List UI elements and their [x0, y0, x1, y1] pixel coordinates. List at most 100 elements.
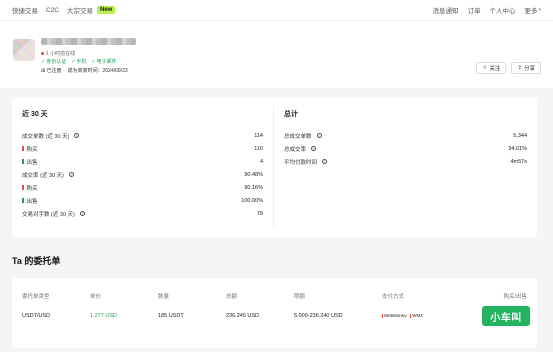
- nav-more[interactable]: 更多 ▾: [524, 5, 541, 15]
- info-icon[interactable]: i: [68, 172, 74, 177]
- stat-value: 4m57s: [510, 158, 527, 165]
- stat-label-wrap: 总成交率 i: [284, 145, 317, 153]
- orders-title: Ta 的委托单: [12, 256, 61, 266]
- stat-value: 5,344: [513, 132, 527, 139]
- follow-button[interactable]: ☆ 关注: [476, 62, 507, 74]
- nav-more-label: 更多: [524, 8, 538, 15]
- stat-value: 114: [254, 132, 263, 139]
- payment-marker: [382, 313, 383, 318]
- follow-label: 关注: [489, 66, 501, 72]
- stat-label: 平均付款时间: [284, 159, 318, 166]
- profile-header: 1 小时前在线 ✓ 身份认证 ✓ 手机 ✓ 电子邮件 ⊞ 已注册 成为商家时间：202…: [0, 20, 553, 88]
- verify-label: 电子邮件: [96, 59, 117, 65]
- online-text: 1 小时前在线: [46, 51, 76, 57]
- new-badge: New: [97, 6, 116, 14]
- sell-marker: [22, 198, 24, 203]
- nav-notifications[interactable]: 消息通知: [432, 5, 458, 15]
- buy-marker: [22, 146, 24, 151]
- stat-value: 4: [259, 158, 263, 165]
- stats-total-rows: 总成交单数 i 5,344 总成交率 i 94.01% 平均付款时间 i 4m57s: [284, 129, 527, 168]
- registered-label: ⊞ 已注册: [41, 67, 62, 74]
- top-nav: 快捷交易 C2C 大宗交易 New 消息通知 订单 个人中心 更多 ▾: [0, 0, 553, 20]
- stat-value: 90.48%: [244, 171, 263, 178]
- cell-price: 1.277 USD: [90, 313, 117, 320]
- th-type: 委托单类型: [22, 294, 50, 300]
- stat-row: 出售 4: [22, 155, 263, 168]
- th-price: 单价: [90, 294, 102, 300]
- stat-label: 总成交单数: [284, 133, 312, 140]
- stat-label: 交易对手数 (近 30 天): [22, 211, 75, 218]
- nav-block-trade[interactable]: 大宗交易: [67, 5, 93, 15]
- stats-total: 总计 总成交单数 i 5,344 总成交率 i 94.01% 平均付款时间 i 4m57s: [274, 97, 537, 237]
- stat-label-wrap: 交易对手数 (近 30 天) i: [22, 210, 85, 218]
- stat-label-wrap: 平均付款时间 i: [284, 158, 328, 166]
- nav-orders[interactable]: 订单: [467, 5, 480, 15]
- stat-row: 购买 110: [22, 142, 263, 155]
- share-button[interactable]: ⇪ 分享: [511, 62, 541, 74]
- merchant-since: 成为商家时间：2024/09/23: [67, 68, 128, 74]
- star-icon: ☆: [482, 65, 488, 71]
- stat-label-wrap: 成交率 (近 30 天) i: [22, 171, 74, 179]
- orders-table: 委托单类型 单价 数量 总额 限额 支付方式 购买/出售 USDT/USD 1.…: [12, 278, 537, 348]
- verify-label: 手机: [76, 59, 87, 65]
- cell-quantity: 185 USDT: [158, 313, 184, 320]
- stats-panel: 近 30 天 成交单数 (近 30 天) i 114 购买 110 出售 4 成交率 (近 3…: [12, 97, 537, 237]
- stat-label: 成交单数 (近 30 天): [22, 133, 70, 140]
- stat-label: 总成交率: [284, 146, 307, 153]
- payment-tag: WebMoney: [382, 313, 407, 318]
- nav-right: 消息通知 订单 个人中心 更多 ▾: [432, 5, 541, 15]
- info-icon[interactable]: i: [79, 211, 85, 216]
- stat-row: 总成交率 i 94.01%: [284, 142, 527, 155]
- online-status: 1 小时前在线: [41, 50, 75, 57]
- cell-type: USDT/USD: [22, 313, 51, 320]
- registration-info: ⊞ 已注册 成为商家时间：2024/09/23: [41, 67, 128, 74]
- stat-row: 出售 100.00%: [22, 194, 263, 207]
- verify-identity: ✓ 身份认证: [41, 58, 67, 66]
- stat-label: 出售: [26, 159, 38, 166]
- table-row: USDT/USD 1.277 USD 185 USDT 236.245 USD …: [22, 313, 527, 320]
- check-icon: ✓: [41, 58, 46, 65]
- cell-payment: WebMoney WMZ: [382, 313, 452, 320]
- payment-marker: [410, 313, 412, 318]
- stat-label-wrap: 出售: [22, 158, 38, 166]
- stats-total-title: 总计: [284, 111, 298, 118]
- stats-recent: 近 30 天 成交单数 (近 30 天) i 114 购买 110 出售 4 成交率 (近 3…: [12, 105, 274, 229]
- profile-actions: ☆ 关注 ⇪ 分享: [476, 62, 541, 74]
- check-icon: ✓: [71, 58, 76, 65]
- stat-value: 110: [254, 145, 263, 152]
- stat-label-wrap: 出售: [22, 197, 38, 205]
- buy-marker: [22, 185, 24, 190]
- stat-row: 购买 90.16%: [22, 181, 263, 194]
- nav-quick-trade[interactable]: 快捷交易: [12, 5, 38, 15]
- verification-list: ✓ 身份认证 ✓ 手机 ✓ 电子邮件: [41, 58, 117, 66]
- cell-limit: 5.000-236.240 USD: [294, 313, 343, 320]
- info-icon[interactable]: i: [74, 133, 80, 138]
- info-icon[interactable]: i: [316, 133, 322, 138]
- chevron-down-icon: ▾: [538, 7, 541, 13]
- stat-row: 交易对手数 (近 30 天) i 79: [22, 207, 263, 220]
- th-limit: 限额: [294, 294, 306, 300]
- payment-label: WebMoney: [384, 313, 407, 318]
- stat-label-wrap: 购买: [22, 145, 38, 153]
- stat-label: 成交率 (近 30 天): [22, 172, 64, 179]
- stat-row: 平均付款时间 i 4m57s: [284, 155, 527, 168]
- th-action: 购买/出售: [503, 294, 527, 300]
- nav-profile[interactable]: 个人中心: [489, 5, 515, 15]
- stat-label: 购买: [26, 185, 38, 192]
- info-icon[interactable]: i: [322, 159, 328, 164]
- stat-row: 成交率 (近 30 天) i 90.48%: [22, 168, 263, 181]
- status-dot: [41, 52, 44, 55]
- stats-recent-title: 近 30 天: [22, 111, 48, 118]
- check-icon: ✓: [91, 58, 96, 65]
- stat-label: 出售: [26, 198, 38, 205]
- payment-label: WMZ: [412, 313, 423, 318]
- avatar: [13, 39, 35, 61]
- stat-value: 79: [256, 210, 263, 217]
- th-payment: 支付方式: [382, 294, 405, 300]
- verify-email: ✓ 电子邮件: [91, 58, 117, 66]
- verify-label: 身份认证: [46, 59, 67, 65]
- stat-label: 购买: [26, 146, 38, 153]
- info-icon[interactable]: i: [311, 146, 317, 151]
- nav-c2c[interactable]: C2C: [46, 7, 59, 14]
- stat-label-wrap: 购买: [22, 184, 38, 192]
